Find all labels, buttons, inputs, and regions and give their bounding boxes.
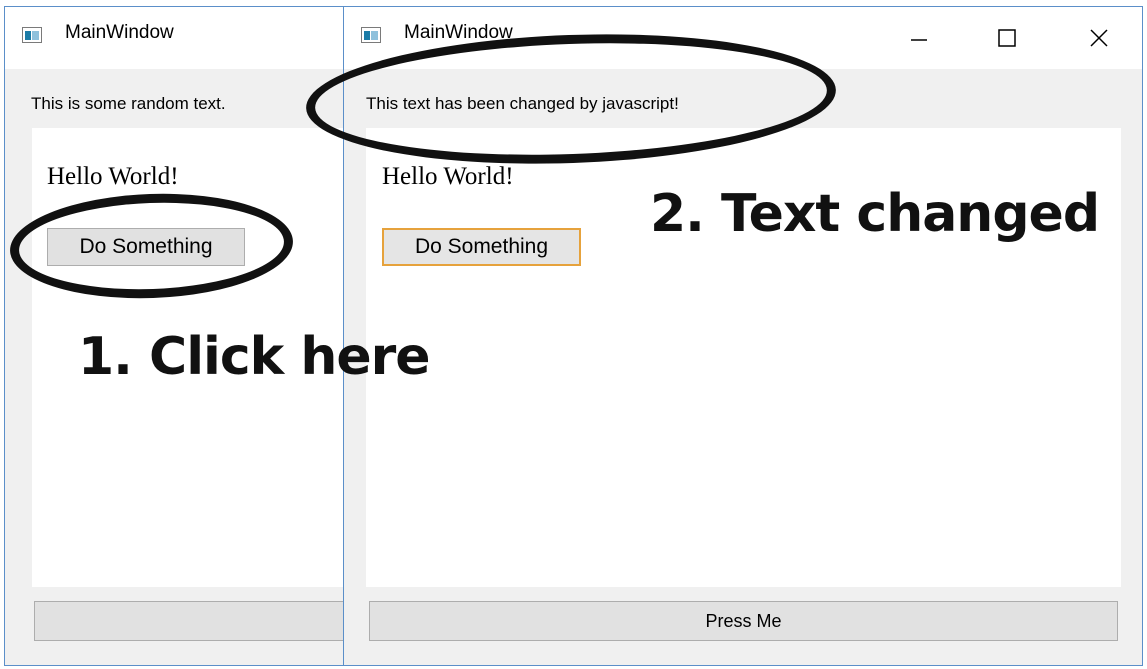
left-press-me-button[interactable] bbox=[34, 601, 349, 641]
close-icon[interactable] bbox=[1076, 15, 1122, 61]
minimize-icon[interactable] bbox=[896, 15, 942, 61]
right-do-something-button[interactable]: Do Something bbox=[382, 228, 581, 266]
annotation-text-changed: 2. Text changed bbox=[650, 184, 1100, 244]
right-hello-heading: Hello World! bbox=[382, 163, 514, 190]
annotation-click-here: 1. Click here bbox=[78, 327, 431, 387]
app-window-icon bbox=[22, 27, 42, 43]
app-window-icon bbox=[361, 27, 381, 43]
left-hello-heading: Hello World! bbox=[47, 163, 179, 190]
left-title-bar: MainWindow bbox=[5, 7, 349, 69]
left-text-label: This is some random text. bbox=[31, 94, 226, 113]
maximize-icon[interactable] bbox=[984, 15, 1030, 61]
left-window-title: MainWindow bbox=[65, 22, 174, 43]
press-me-button[interactable]: Press Me bbox=[369, 601, 1118, 641]
